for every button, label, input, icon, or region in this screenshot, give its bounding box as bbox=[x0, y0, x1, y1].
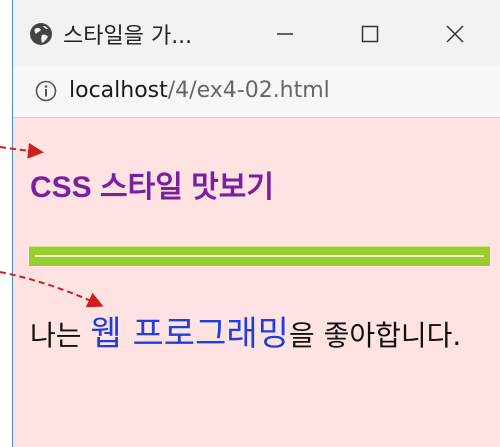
highlighted-text: 웹 프로그래밍 bbox=[90, 314, 289, 354]
maximize-button[interactable] bbox=[348, 14, 392, 54]
close-button[interactable] bbox=[433, 14, 477, 54]
minimize-icon bbox=[277, 33, 293, 35]
url-path: /4/ex4-02.html bbox=[167, 78, 330, 103]
annotation-arrow-title bbox=[0, 142, 44, 159]
maximize-icon bbox=[361, 25, 379, 43]
annotation-arrow-highlight bbox=[0, 271, 104, 308]
minimize-button[interactable] bbox=[263, 14, 307, 54]
close-icon bbox=[446, 25, 464, 43]
paragraph-text-after: 을 좋아합니다. bbox=[288, 319, 462, 352]
annotation-arrows bbox=[0, 142, 104, 308]
